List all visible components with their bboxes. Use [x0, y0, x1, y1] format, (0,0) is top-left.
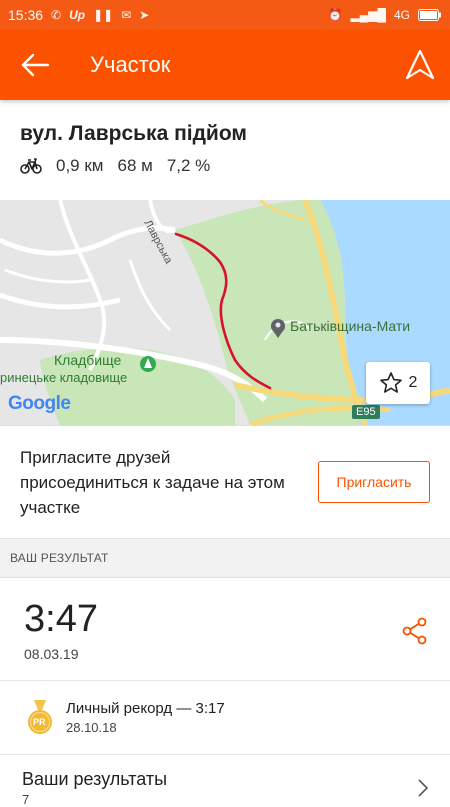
- all-results-row[interactable]: Ваши результаты 7: [0, 755, 450, 807]
- telegram-icon: ➤: [139, 8, 150, 22]
- navigate-button[interactable]: [390, 30, 450, 100]
- personal-record-row[interactable]: PR Личный рекорд — 3:17 28.10.18: [0, 681, 450, 755]
- viber-icon: ✆: [51, 8, 62, 22]
- map-label-cemetery-sub: ринецьке кладовище: [0, 370, 128, 385]
- app-bar: Участок: [0, 30, 450, 100]
- back-button[interactable]: [0, 30, 70, 100]
- map-label-cemetery: Кладбище: [54, 352, 122, 368]
- alarm-icon: ⏰: [327, 8, 343, 22]
- mail-icon: ✉: [121, 8, 132, 22]
- result-card[interactable]: 3:47 08.03.19: [0, 578, 450, 681]
- result-date: 08.03.19: [24, 646, 79, 662]
- invite-text: Пригласите друзей присоединиться к задач…: [20, 447, 285, 517]
- navigation-arrow-icon: [405, 49, 435, 80]
- segment-elevation: 68 м: [117, 156, 153, 175]
- invite-section: Пригласите друзей присоединиться к задач…: [0, 425, 450, 538]
- segment-grade: 7,2 %: [166, 156, 211, 175]
- section-label: ВАШ РЕЗУЛЬТАТ: [0, 538, 450, 578]
- signal-icon: ▂▄▆█: [350, 8, 386, 22]
- share-button[interactable]: [400, 616, 430, 646]
- segment-name: вул. Лаврська підйом: [20, 122, 247, 145]
- star-count: 2: [408, 374, 418, 391]
- google-logo: Google: [8, 393, 71, 414]
- network-type: 4G: [393, 8, 410, 22]
- up-icon: Up: [69, 8, 86, 22]
- pr-badge-text: PR: [33, 717, 46, 727]
- battery-icon: [418, 9, 441, 21]
- invite-button[interactable]: Пригласить: [318, 461, 430, 503]
- map-route-badge: E95: [352, 405, 380, 419]
- segment-header: вул. Лаврська підйом 0,9 км 68 м 7,2 %: [0, 100, 450, 200]
- result-time: 3:47: [24, 598, 98, 640]
- all-results-title: Ваши результаты: [22, 769, 168, 789]
- star-icon: [379, 372, 402, 393]
- segment-map[interactable]: Лаврська Батьківщина-Мати Кладбище ринец…: [0, 200, 450, 425]
- segment-stats: 0,9 км 68 м 7,2 %: [20, 156, 430, 176]
- status-time: 15:36: [8, 7, 44, 23]
- status-bar: 15:36 ✆ Up ❚❚ ✉ ➤ ⏰ ▂▄▆█ 4G: [0, 0, 450, 30]
- arrow-left-icon: [21, 53, 50, 77]
- chevron-right-icon: [418, 779, 428, 797]
- page-title: Участок: [90, 52, 171, 77]
- map-label-landmark: Батьківщина-Мати: [290, 318, 411, 334]
- segment-distance: 0,9 км: [56, 156, 104, 175]
- pr-title: Личный рекорд — 3:17: [66, 700, 225, 717]
- bicycle-icon: [20, 158, 42, 174]
- pr-date: 28.10.18: [66, 720, 117, 735]
- pause-icon: ❚❚: [93, 8, 114, 22]
- star-button[interactable]: 2: [366, 362, 430, 404]
- share-icon: [402, 617, 427, 645]
